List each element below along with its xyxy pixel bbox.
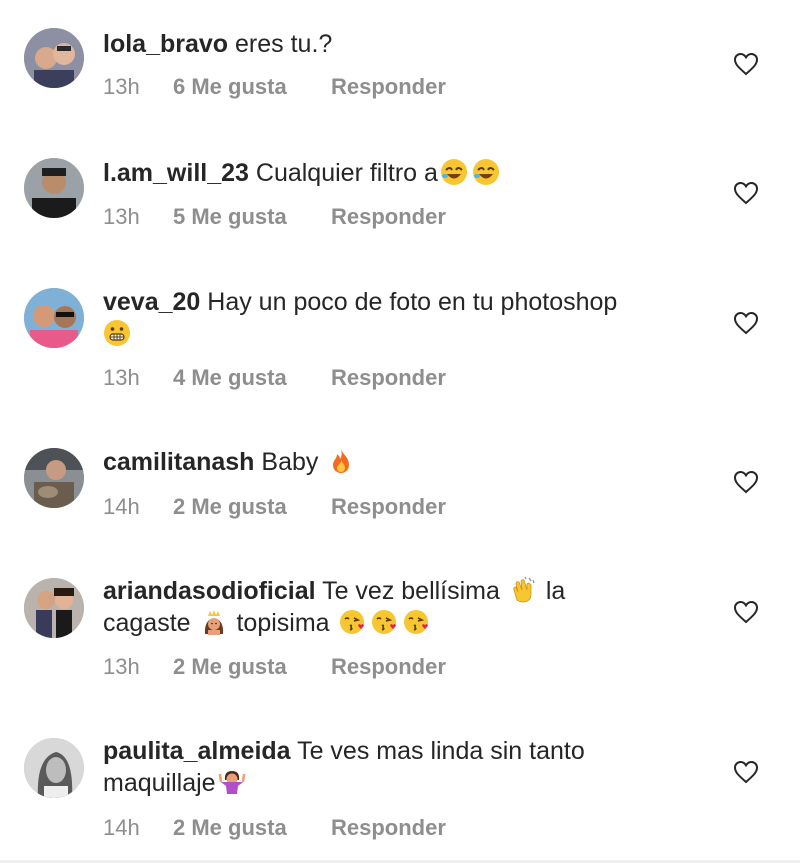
heart-outline-icon[interactable] xyxy=(733,311,759,335)
comment-likes[interactable]: 6 Me gusta xyxy=(173,74,331,100)
reply-button[interactable]: Responder xyxy=(331,654,446,679)
comment-likes[interactable]: 2 Me gusta xyxy=(173,494,331,520)
heart-outline-icon[interactable] xyxy=(733,760,759,784)
comment-username[interactable]: paulita_almeida xyxy=(103,737,291,765)
comment-username[interactable]: lola_bravo xyxy=(103,30,228,58)
shrug-emoji-icon xyxy=(218,768,246,796)
avatar[interactable] xyxy=(24,448,84,508)
comment-text: Cualquier filtro a xyxy=(255,159,438,187)
kiss-emoji-icon xyxy=(339,608,367,636)
reply-button[interactable]: Responder xyxy=(331,494,446,519)
comment-time: 13h xyxy=(103,204,140,229)
comment-time: 14h xyxy=(103,815,140,840)
rofl-emoji-icon xyxy=(440,158,468,186)
comment-text: Hay un poco de foto en tu photoshop xyxy=(207,288,618,316)
comment-text: eres tu.? xyxy=(235,30,333,58)
comment-text: Te vez bellísima xyxy=(322,577,500,605)
reply-button[interactable]: Responder xyxy=(331,204,446,229)
kiss-emoji-icon xyxy=(371,608,399,636)
fire-emoji-icon xyxy=(327,447,355,475)
comment-text: cagaste xyxy=(103,609,191,637)
reply-button[interactable]: Responder xyxy=(331,74,446,99)
kiss-emoji-icon xyxy=(403,608,431,636)
comment-username[interactable]: l.am_will_23 xyxy=(103,159,249,187)
comment-time: 13h xyxy=(103,654,140,679)
comment-username[interactable]: ariandasodioficial xyxy=(103,577,316,605)
comment-likes[interactable]: 5 Me gusta xyxy=(173,204,331,230)
comment-time: 14h xyxy=(103,494,140,519)
reply-button[interactable]: Responder xyxy=(331,365,446,390)
heart-outline-icon[interactable] xyxy=(733,600,759,624)
comment-time: 13h xyxy=(103,74,140,99)
princess-emoji-icon xyxy=(200,608,228,636)
heart-outline-icon[interactable] xyxy=(733,181,759,205)
comment-time: 13h xyxy=(103,365,140,390)
heart-outline-icon[interactable] xyxy=(733,470,759,494)
heart-outline-icon[interactable] xyxy=(733,52,759,76)
comment-likes[interactable]: 2 Me gusta xyxy=(173,654,331,680)
comment-username[interactable]: veva_20 xyxy=(103,288,200,316)
avatar[interactable] xyxy=(24,288,84,348)
avatar[interactable] xyxy=(24,158,84,218)
grimace-emoji-icon xyxy=(103,319,131,347)
comment-likes[interactable]: 4 Me gusta xyxy=(173,365,331,391)
comment-likes[interactable]: 2 Me gusta xyxy=(173,815,331,841)
comment-text: Baby xyxy=(261,448,319,476)
comment-text: topisima xyxy=(236,609,330,637)
rofl-emoji-icon xyxy=(472,158,500,186)
clap-emoji-icon xyxy=(509,576,537,604)
comment-username[interactable]: camilitanash xyxy=(103,448,254,476)
avatar[interactable] xyxy=(24,28,84,88)
avatar[interactable] xyxy=(24,578,84,638)
comment-text: la xyxy=(545,577,566,605)
reply-button[interactable]: Responder xyxy=(331,815,446,840)
avatar[interactable] xyxy=(24,738,84,798)
